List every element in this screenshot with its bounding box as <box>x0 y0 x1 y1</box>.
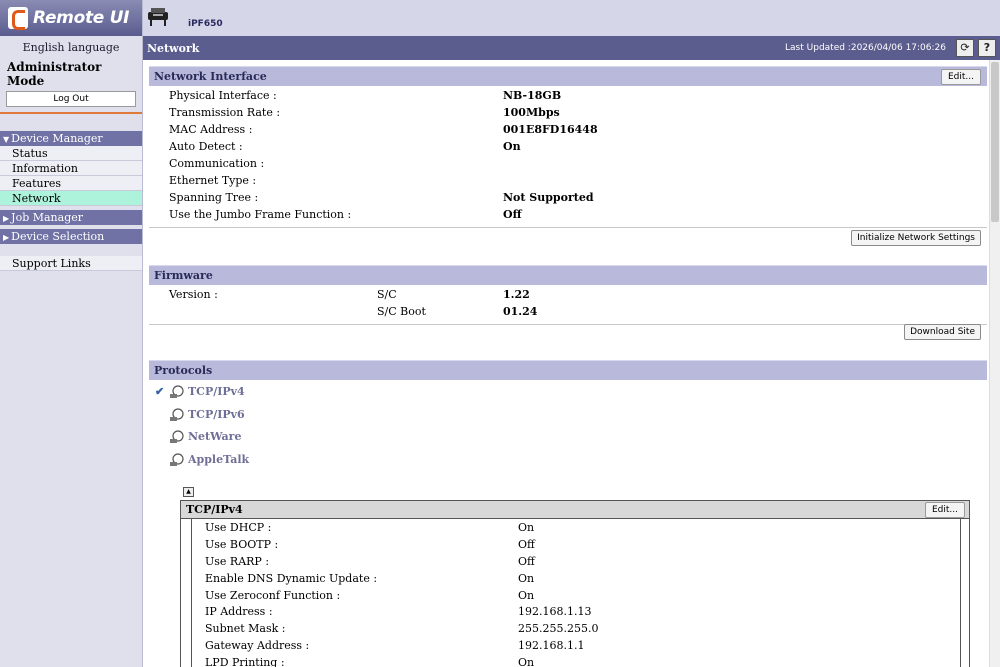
table-row: Auto Detect : On <box>169 140 521 153</box>
table-row: Use BOOTP : Off <box>205 537 535 551</box>
remote-ui-logo-icon <box>8 7 28 30</box>
sidebar-item-status[interactable]: Status <box>0 146 142 161</box>
download-site-button[interactable]: Download Site <box>904 324 981 340</box>
remote-ui-logo[interactable]: Remote UI <box>0 0 142 36</box>
table-row: Use the Jumbo Frame Function : Off <box>169 208 522 221</box>
tcpipv4-panel: TCP/IPv4 Edit... Use DHCP : On Use BOOTP … <box>180 500 970 667</box>
initialize-network-settings-button[interactable]: Initialize Network Settings <box>851 230 981 246</box>
refresh-button[interactable]: ⟳ <box>956 39 974 57</box>
firmware-section: Firmware Version : S/C 1.22 S/C Boot 01.… <box>149 265 987 340</box>
protocol-icon <box>170 430 184 444</box>
table-row: Use RARP : Off <box>205 554 535 568</box>
nav-head-job-manager[interactable]: ▶ Job Manager <box>0 210 142 225</box>
network-interface-section: Network Interface Edit... Physical Inter… <box>149 66 987 246</box>
nav-head-device-selection[interactable]: ▶ Device Selection <box>0 229 142 244</box>
sidebar-item-network[interactable]: Network <box>0 191 142 206</box>
check-icon: ✔ <box>155 385 165 398</box>
protocol-item-netware[interactable]: NetWare <box>149 426 987 449</box>
table-row: LPD Printing : On <box>205 656 535 667</box>
table-row: Spanning Tree : Not Supported <box>169 191 594 204</box>
table-row: Enable DNS Dynamic Update : On <box>205 571 535 585</box>
network-interface-header: Network Interface Edit... <box>149 66 987 86</box>
divider <box>0 112 142 114</box>
printer-icon <box>148 8 168 26</box>
divider <box>149 324 987 325</box>
table-row: Ethernet Type : <box>169 174 257 187</box>
section-title: Network Interface <box>154 70 267 83</box>
printer-model: iPF650 <box>188 19 223 29</box>
protocols-section: Protocols ✔ TCP/IPv4 TCP/IPv6 NetWare Ap… <box>149 360 987 471</box>
table-row: S/C Boot 01.24 <box>377 305 538 318</box>
collapsed-triangle-icon: ▶ <box>3 214 10 223</box>
table-row: Communication : <box>169 157 265 170</box>
main-content: Network Interface Edit... Physical Inter… <box>143 60 989 667</box>
divider <box>149 227 987 228</box>
table-row: Use DHCP : On <box>205 521 535 534</box>
nav-head-label: Device Manager <box>11 132 103 145</box>
expanded-triangle-icon: ▼ <box>3 135 10 144</box>
tcpipv4-header: TCP/IPv4 Edit... <box>181 501 969 519</box>
section-title: Firmware <box>154 269 213 282</box>
sidebar: Remote UI English language Administrator… <box>0 0 143 667</box>
scrollbar-thumb[interactable] <box>991 62 999 222</box>
protocols-header: Protocols <box>149 360 987 380</box>
mode-label: Administrator Mode <box>7 60 102 88</box>
help-button[interactable]: ? <box>978 39 996 57</box>
nav-head-device-manager[interactable]: ▼ Device Manager <box>0 131 142 146</box>
tcpipv4-edit-button[interactable]: Edit... <box>924 502 965 518</box>
section-title: Protocols <box>154 364 213 377</box>
nav-head-label: Job Manager <box>11 211 83 224</box>
title-bar: Network Last Updated :2026/04/06 17:06:2… <box>143 36 1000 60</box>
table-row: Use Zeroconf Function : On <box>205 588 535 602</box>
table-row: Gateway Address :192.168.1.1 <box>205 639 585 653</box>
tcpipv4-settings: Use DHCP : On Use BOOTP : Off Use RARP : Of… <box>191 519 961 667</box>
table-row: Physical Interface : NB-18GB <box>169 89 562 102</box>
logout-button[interactable]: Log Out <box>6 91 136 107</box>
table-row: Subnet Mask :255.255.255.0 <box>205 622 599 636</box>
protocol-item-tcpipv4[interactable]: ✔ TCP/IPv4 <box>149 381 987 404</box>
last-updated: Last Updated :2026/04/06 17:06:26 <box>785 43 946 53</box>
protocol-icon <box>170 407 184 421</box>
logo-text: Remote UI <box>33 8 130 28</box>
panel-title: TCP/IPv4 <box>186 503 243 516</box>
network-interface-edit-button[interactable]: Edit... <box>940 69 981 85</box>
vertical-scrollbar[interactable] <box>989 60 1000 667</box>
page-title: Network <box>147 42 200 55</box>
collapsed-triangle-icon: ▶ <box>3 233 10 242</box>
table-row: MAC Address :001E8FD16448 <box>169 123 598 136</box>
table-row: Version : S/C 1.22 <box>169 288 530 301</box>
protocol-item-tcpipv6[interactable]: TCP/IPv6 <box>149 404 987 427</box>
protocol-icon <box>170 385 184 398</box>
top-bar: iPF650 <box>143 0 1000 36</box>
sidebar-item-features[interactable]: Features <box>0 176 142 191</box>
protocol-icon <box>170 453 184 466</box>
refresh-icon: ⟳ <box>960 41 970 54</box>
table-row: Transmission Rate :100Mbps <box>169 106 560 119</box>
nav-group-device-manager: ▼ Device Manager Status Information Featu… <box>0 131 142 206</box>
language-link[interactable]: English language <box>0 40 142 56</box>
nav-head-label: Device Selection <box>11 230 105 243</box>
protocol-item-appletalk[interactable]: AppleTalk <box>149 449 987 472</box>
sidebar-item-information[interactable]: Information <box>0 161 142 176</box>
table-row: IP Address :192.168.1.13 <box>205 605 592 619</box>
firmware-header: Firmware <box>149 265 987 285</box>
collapse-button[interactable]: ▲ <box>183 487 194 497</box>
support-links[interactable]: Support Links <box>0 256 142 271</box>
